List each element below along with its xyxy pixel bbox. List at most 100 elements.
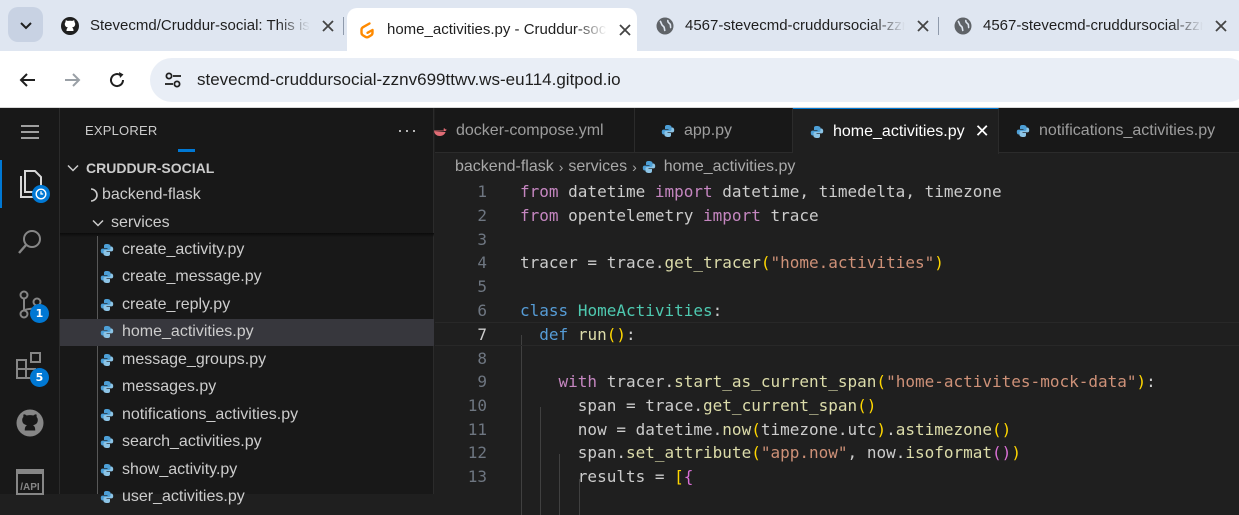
browser-tab-title: 4567-stevecmd-cruddursocial-zznv	[685, 17, 905, 34]
arrow-right-icon	[65, 73, 81, 87]
docker-icon	[434, 127, 447, 136]
browser-tab-preview-2[interactable]: 4567-stevecmd-cruddursocial-zznv	[943, 7, 1233, 44]
back-button[interactable]	[14, 66, 42, 94]
folder-services[interactable]: services	[60, 209, 434, 236]
code-line: 11 now = datetime.now(timezone.utc).asti…	[467, 419, 1012, 439]
github-icon	[61, 16, 79, 35]
close-icon[interactable]	[320, 18, 336, 34]
folder-label: backend-flask	[102, 185, 201, 203]
python-icon	[100, 491, 114, 503]
editor-tab-label: notifications_activities.py	[1039, 121, 1216, 139]
editor-tab-home-activities[interactable]: home_activities.py ✕	[793, 108, 999, 154]
browser-tab-title: 4567-stevecmd-cruddursocial-zznv	[983, 17, 1203, 34]
project-root[interactable]: CRUDDUR-SOCIAL	[60, 154, 434, 181]
file-item[interactable]: create_activity.py	[60, 236, 434, 263]
breadcrumb-item[interactable]: backend-flask	[455, 158, 554, 176]
code-line: 6 class HomeActivities:	[477, 300, 723, 320]
close-icon[interactable]	[915, 18, 931, 34]
url-text[interactable]: stevecmd-cruddursocial-zznv699ttwv.ws-eu…	[197, 70, 621, 90]
file-label: notifications_activities.py	[122, 405, 299, 423]
python-icon	[100, 408, 114, 421]
search-view-button[interactable]	[0, 218, 60, 266]
editor-tab-notifications-activities[interactable]: notifications_activities.py	[999, 108, 1239, 153]
reload-icon	[110, 72, 125, 88]
clock-icon	[32, 185, 50, 203]
file-label: create_message.py	[122, 268, 262, 285]
browser-tab-github[interactable]: Stevecmd/Cruddur-social: This is	[50, 7, 342, 44]
folder-backend-flask[interactable]: backend-flask	[60, 181, 434, 208]
api-icon: /API	[16, 469, 44, 495]
source-control-view-button[interactable]: 1	[0, 280, 60, 328]
source-control-badge: 1	[30, 304, 49, 323]
github-view-button[interactable]	[0, 399, 60, 447]
breadcrumb: backend-flask › services › home_activiti…	[455, 156, 795, 178]
focus-indicator	[178, 149, 195, 152]
python-icon	[100, 271, 114, 283]
more-actions-icon[interactable]: ···	[397, 120, 418, 141]
file-item[interactable]: show_activity.py	[60, 456, 434, 483]
browser-tab-gitpod[interactable]: home_activities.py - Cruddur-social	[347, 8, 637, 51]
file-label: messages.py	[122, 378, 217, 395]
extensions-badge: 5	[30, 368, 49, 387]
breadcrumb-item[interactable]: home_activities.py	[664, 158, 796, 176]
close-icon[interactable]	[617, 22, 633, 38]
github-icon	[16, 409, 44, 437]
explorer-view-button[interactable]	[0, 160, 60, 208]
code-line: 5	[477, 276, 487, 296]
project-name: CRUDDUR-SOCIAL	[86, 159, 215, 176]
globe-icon	[954, 17, 972, 34]
editor-tab-bar: docker-compose.yml app.py home_activitie…	[434, 108, 1239, 154]
close-icon[interactable]	[1213, 18, 1229, 34]
forward-button[interactable]	[58, 66, 86, 94]
python-icon	[100, 353, 114, 366]
browser-tab-strip: Stevecmd/Cruddur-social: This is home_ac…	[0, 0, 1239, 51]
file-item[interactable]: create_message.py	[60, 264, 434, 291]
address-bar[interactable]: stevecmd-cruddursocial-zznv699ttwv.ws-eu…	[150, 58, 1239, 102]
browser-tab-title: Stevecmd/Cruddur-social: This is	[90, 17, 310, 34]
python-icon	[100, 463, 114, 476]
tab-search-button[interactable]	[8, 7, 43, 42]
file-label: search_activities.py	[122, 433, 262, 450]
menu-button[interactable]	[0, 108, 60, 156]
file-item[interactable]: home_activities.py	[60, 318, 434, 346]
code-line: 2 from opentelemetry import trace	[477, 205, 819, 225]
file-item[interactable]: notifications_activities.py	[60, 401, 434, 428]
python-icon	[661, 124, 675, 137]
python-icon	[100, 298, 114, 311]
chevron-down-icon	[67, 164, 79, 172]
search-icon	[18, 230, 41, 254]
file-item[interactable]: search_activities.py	[60, 429, 434, 456]
hamburger-icon	[21, 125, 39, 139]
chevron-right-icon: ›	[558, 159, 564, 175]
code-line: 10 span = trace.get_current_span()	[467, 395, 877, 415]
arrow-left-icon	[19, 73, 35, 87]
chevron-down-icon	[92, 219, 104, 227]
python-icon	[100, 243, 114, 256]
api-view-button[interactable]: /API	[0, 458, 60, 506]
breadcrumb-item[interactable]: services	[568, 158, 627, 176]
file-item[interactable]: message_groups.py	[60, 346, 434, 373]
site-settings-icon[interactable]	[162, 69, 184, 91]
python-icon	[100, 326, 114, 338]
api-icon-label: /API	[20, 482, 40, 493]
explorer-sidebar: EXPLORER ··· CRUDDUR-SOCIAL backend-flas…	[60, 108, 434, 505]
vscode-window: 1 5 /API EXPLORER ··· CRUDDUR-SOCIAL bac…	[0, 108, 1239, 515]
file-item[interactable]: messages.py	[60, 374, 434, 401]
file-item[interactable]: create_reply.py	[60, 291, 434, 318]
python-icon	[810, 125, 824, 138]
close-icon[interactable]: ✕	[975, 121, 990, 142]
file-item[interactable]: user_activities.py	[60, 484, 434, 511]
folder-label: services	[111, 213, 170, 231]
extensions-view-button[interactable]: 5	[0, 342, 60, 390]
file-label: message_groups.py	[122, 350, 267, 368]
gitpod-icon	[360, 21, 374, 38]
tab-divider	[938, 17, 939, 35]
browser-toolbar: stevecmd-cruddursocial-zznv699ttwv.ws-eu…	[0, 51, 1239, 108]
editor-tab-label: home_activities.py	[833, 122, 965, 140]
code-line: 12 span.set_attribute("app.now", now.iso…	[467, 442, 1021, 462]
reload-button[interactable]	[103, 66, 131, 94]
browser-tab-preview-1[interactable]: 4567-stevecmd-cruddursocial-zznv	[645, 7, 935, 44]
editor-tab-docker-compose[interactable]: docker-compose.yml	[434, 108, 635, 153]
editor-tab-app[interactable]: app.py	[635, 108, 793, 153]
code-editor[interactable]: 1 from datetime import datetime, timedelt…	[435, 179, 1239, 515]
